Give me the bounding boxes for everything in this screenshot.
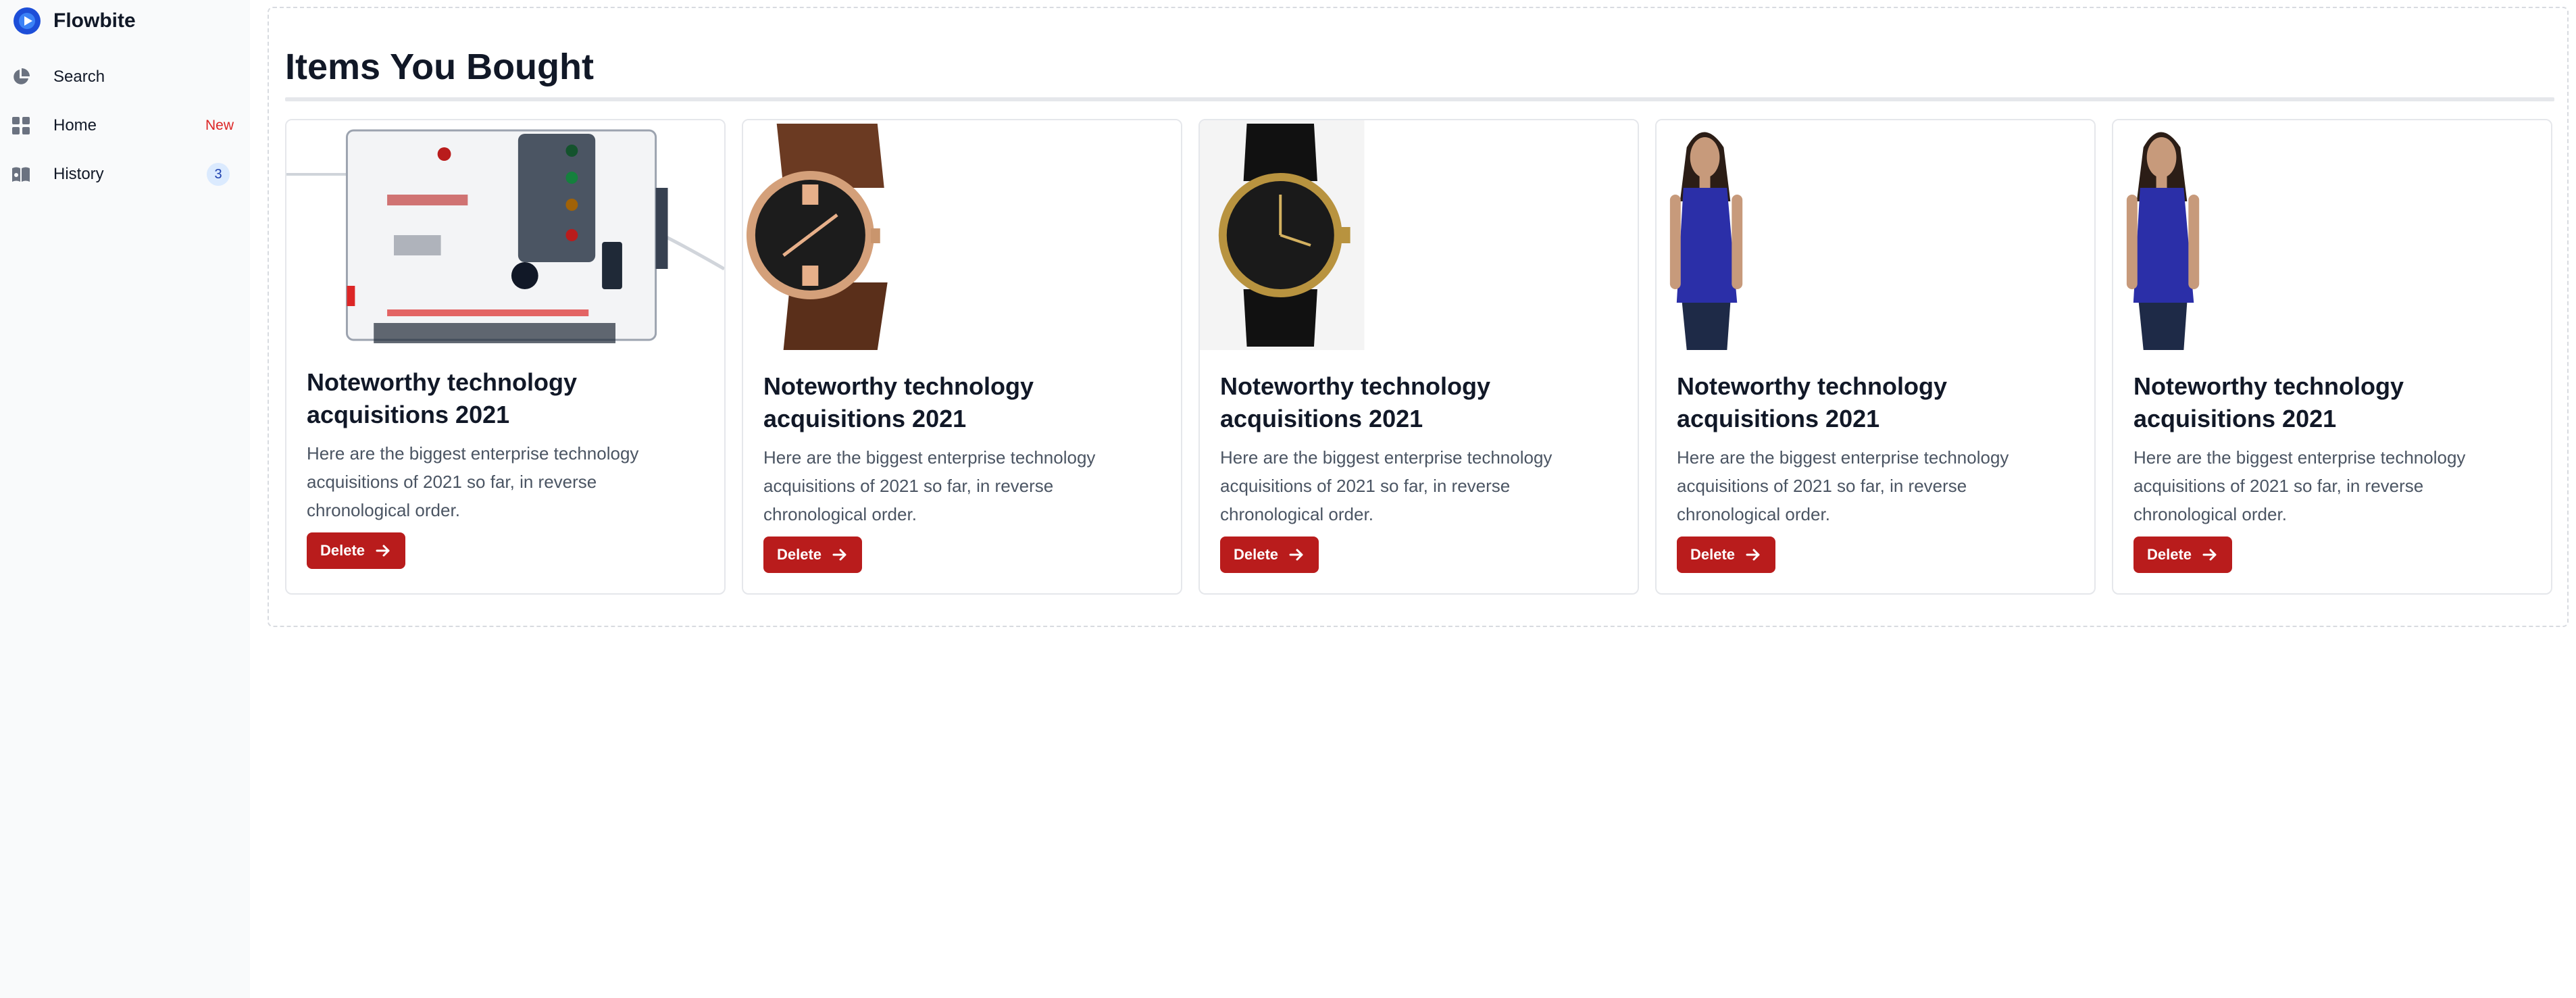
sidebar-item-label: Home [53,116,97,134]
product-image-woman-blue-top [1657,120,2094,350]
product-card: Noteworthy technology acquisitions 2021 … [2112,119,2552,595]
card-list: Noteworthy technology acquisitions 2021 … [285,119,2552,595]
card-description: Here are the biggest enterprise technolo… [307,443,639,520]
sidebar-item-history[interactable]: History 3 [11,158,234,191]
card-description: Here are the biggest enterprise technolo… [763,447,1096,524]
count-badge: 3 [207,163,230,186]
sidebar: Flowbite Search Home New History 3 [0,0,250,998]
product-image-woman-blue-top [2113,120,2551,350]
card-title: Noteworthy technology acquisitions 2021 [1677,372,1948,432]
page-title: Items You Bought [285,47,594,87]
delete-button-label: Delete [1234,546,1279,563]
product-image-black-wristwatch [1200,120,1638,350]
card-title: Noteworthy technology acquisitions 2021 [1220,372,1491,432]
sidebar-item-search[interactable]: Search [11,61,234,93]
sidebar-item-label: History [53,165,104,183]
product-image-brown-wristwatch [743,120,1181,350]
title-divider [285,97,2554,101]
main-content: Items You Bought Noteworthy technology a… [268,7,2569,627]
delete-button[interactable]: Delete [2133,537,2233,573]
new-badge: New [205,118,234,133]
delete-button[interactable]: Delete [763,537,863,573]
brand[interactable]: Flowbite [13,7,136,35]
flowbite-logo [14,7,41,34]
card-title: Noteworthy technology acquisitions 2021 [2133,372,2404,432]
arrow-right-icon [2202,549,2217,561]
arrow-right-icon [832,549,847,561]
delete-button-label: Delete [2147,546,2192,563]
sidebar-item-label: Search [53,68,105,86]
product-card: Noteworthy technology acquisitions 2021 … [1198,119,1639,595]
delete-button[interactable]: Delete [1677,537,1776,573]
delete-button-label: Delete [777,546,822,563]
chart-pie-icon [14,68,30,84]
brand-name: Flowbite [53,9,136,32]
sidebar-item-home[interactable]: Home New [11,109,234,142]
arrow-right-icon [376,545,390,557]
card-description: Here are the biggest enterprise technolo… [1677,447,2009,524]
card-description: Here are the biggest enterprise technolo… [2133,447,2466,524]
product-image-water-pump-controller [286,120,724,350]
delete-button[interactable]: Delete [1220,537,1319,573]
book-icon [12,167,30,182]
arrow-right-icon [1746,549,1760,561]
arrow-right-icon [1289,549,1303,561]
grid-icon [12,117,30,134]
card-description: Here are the biggest enterprise technolo… [1220,447,1552,524]
product-card: Noteworthy technology acquisitions 2021 … [742,119,1182,595]
delete-button-label: Delete [320,542,365,559]
product-card: Noteworthy technology acquisitions 2021 … [1655,119,2096,595]
card-title: Noteworthy technology acquisitions 2021 [763,372,1034,432]
sidebar-nav: Search Home New History 3 [11,61,234,207]
card-title: Noteworthy technology acquisitions 2021 [307,368,578,428]
delete-button-label: Delete [1690,546,1736,563]
product-card: Noteworthy technology acquisitions 2021 … [285,119,726,595]
delete-button[interactable]: Delete [307,532,406,569]
